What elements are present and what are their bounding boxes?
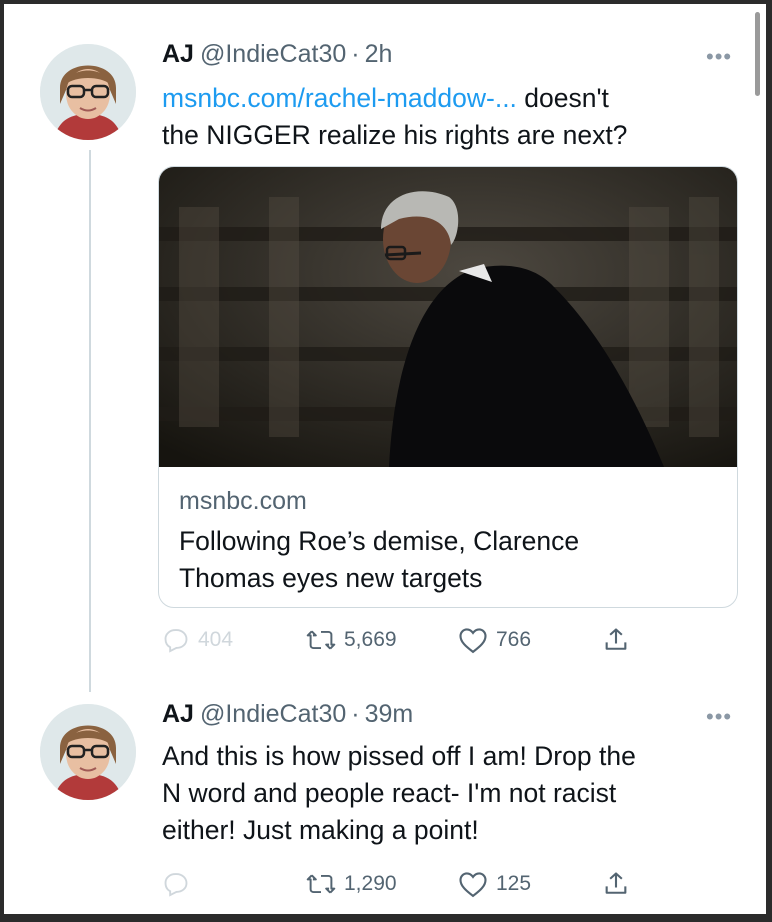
separator: ·	[351, 40, 360, 68]
tweet-link[interactable]: msnbc.com/rachel-maddow-...	[162, 83, 517, 113]
like-icon	[459, 628, 487, 654]
card-title: Following Roe’s demise, Clarence Thomas …	[179, 523, 709, 597]
tweet-header: AJ @IndieCat30 · 39m	[162, 700, 413, 729]
tweet-header: AJ @IndieCat30 · 2h	[162, 40, 392, 69]
share-icon	[605, 628, 627, 650]
card-title-line: Thomas eyes new targets	[179, 563, 483, 593]
like-icon	[459, 872, 487, 898]
handle[interactable]: @IndieCat30	[200, 700, 346, 728]
card-domain: msnbc.com	[179, 487, 307, 515]
link-card[interactable]: msnbc.com Following Roe’s demise, Claren…	[158, 166, 738, 608]
reply-icon	[164, 629, 188, 653]
tweet-text: msnbc.com/rachel-maddow-... doesn't the …	[162, 80, 627, 154]
display-name[interactable]: AJ	[162, 700, 194, 728]
retweet-count: 5,669	[344, 628, 397, 651]
reply-icon	[164, 873, 188, 897]
reply-button[interactable]	[162, 870, 190, 898]
retweet-button[interactable]: 5,669	[306, 626, 397, 654]
reply-button[interactable]: 404	[162, 626, 233, 654]
share-icon	[605, 872, 627, 894]
tweet-text-line: doesn't	[516, 83, 609, 113]
display-name[interactable]: AJ	[162, 40, 194, 68]
tweet-text-line: the NIGGER realize his rights are next?	[162, 120, 628, 150]
like-count: 125	[496, 872, 532, 895]
retweet-icon	[306, 874, 336, 894]
timestamp[interactable]: 39m	[365, 700, 414, 728]
retweet-icon	[306, 630, 336, 650]
like-button[interactable]: 125	[458, 870, 531, 898]
tweet-text-line: N word and people react- I'm not racist	[162, 778, 617, 808]
reply-count: 404	[198, 628, 234, 651]
thread-line	[89, 150, 91, 692]
like-button[interactable]: 766	[458, 626, 531, 654]
separator: ·	[351, 700, 360, 728]
retweet-button[interactable]: 1,290	[306, 870, 397, 898]
tweet-text-line: And this is how pissed off I am! Drop th…	[162, 741, 636, 771]
more-icon[interactable]: •••	[706, 704, 732, 730]
avatar[interactable]	[40, 704, 136, 800]
scrollbar[interactable]	[755, 12, 760, 96]
card-title-line: Following Roe’s demise, Clarence	[179, 526, 580, 556]
tweet-text: And this is how pissed off I am! Drop th…	[162, 738, 636, 849]
retweet-count: 1,290	[344, 872, 397, 895]
handle[interactable]: @IndieCat30	[200, 40, 346, 68]
timestamp[interactable]: 2h	[365, 40, 393, 68]
screenshot-frame: AJ @IndieCat30 · 2h ••• msnbc.com/rachel-ma…	[4, 4, 766, 914]
card-image	[159, 167, 737, 467]
share-button[interactable]	[602, 870, 630, 898]
tweet-text-line: either! Just making a point!	[162, 815, 479, 845]
more-icon[interactable]: •••	[706, 44, 732, 70]
share-button[interactable]	[602, 626, 630, 654]
like-count: 766	[496, 628, 532, 651]
avatar[interactable]	[40, 44, 136, 140]
